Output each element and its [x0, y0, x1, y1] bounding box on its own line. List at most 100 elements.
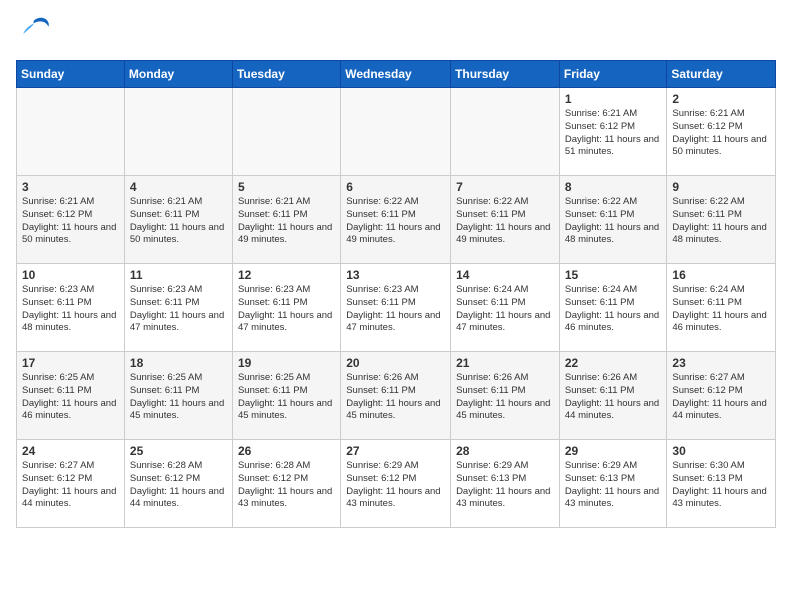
- calendar-day-5: 5 Sunrise: 6:21 AM Sunset: 6:11 PM Daylig…: [232, 176, 340, 264]
- calendar-day-13: 13 Sunrise: 6:23 AM Sunset: 6:11 PM Dayli…: [341, 264, 451, 352]
- day-number: 4: [130, 180, 227, 194]
- calendar-day-30: 30 Sunrise: 6:30 AM Sunset: 6:13 PM Dayli…: [667, 440, 776, 528]
- day-info: Sunrise: 6:29 AM Sunset: 6:13 PM Dayligh…: [456, 460, 554, 511]
- day-info: Sunrise: 6:29 AM Sunset: 6:13 PM Dayligh…: [565, 460, 662, 511]
- day-info: Sunrise: 6:25 AM Sunset: 6:11 PM Dayligh…: [22, 372, 119, 423]
- calendar-day-22: 22 Sunrise: 6:26 AM Sunset: 6:11 PM Dayli…: [559, 352, 667, 440]
- logo-icon: [16, 16, 52, 52]
- calendar-day-19: 19 Sunrise: 6:25 AM Sunset: 6:11 PM Dayli…: [232, 352, 340, 440]
- day-number: 30: [672, 444, 770, 458]
- weekday-header-tuesday: Tuesday: [232, 61, 340, 88]
- day-info: Sunrise: 6:25 AM Sunset: 6:11 PM Dayligh…: [238, 372, 335, 423]
- day-info: Sunrise: 6:24 AM Sunset: 6:11 PM Dayligh…: [565, 284, 662, 335]
- day-info: Sunrise: 6:28 AM Sunset: 6:12 PM Dayligh…: [130, 460, 227, 511]
- calendar-day-21: 21 Sunrise: 6:26 AM Sunset: 6:11 PM Dayli…: [451, 352, 560, 440]
- day-number: 22: [565, 356, 662, 370]
- calendar-day-15: 15 Sunrise: 6:24 AM Sunset: 6:11 PM Dayli…: [559, 264, 667, 352]
- calendar-day-3: 3 Sunrise: 6:21 AM Sunset: 6:12 PM Daylig…: [17, 176, 125, 264]
- calendar-day-16: 16 Sunrise: 6:24 AM Sunset: 6:11 PM Dayli…: [667, 264, 776, 352]
- calendar-empty-cell: [341, 88, 451, 176]
- calendar-empty-cell: [451, 88, 560, 176]
- calendar-day-9: 9 Sunrise: 6:22 AM Sunset: 6:11 PM Daylig…: [667, 176, 776, 264]
- day-number: 15: [565, 268, 662, 282]
- day-number: 14: [456, 268, 554, 282]
- calendar-week-row: 10 Sunrise: 6:23 AM Sunset: 6:11 PM Dayli…: [17, 264, 776, 352]
- calendar-day-14: 14 Sunrise: 6:24 AM Sunset: 6:11 PM Dayli…: [451, 264, 560, 352]
- day-info: Sunrise: 6:21 AM Sunset: 6:11 PM Dayligh…: [238, 196, 335, 247]
- calendar-day-12: 12Sunrise: 6:23 AM Sunset: 6:11 PM Dayli…: [232, 264, 340, 352]
- calendar-day-28: 28 Sunrise: 6:29 AM Sunset: 6:13 PM Dayli…: [451, 440, 560, 528]
- day-info: Sunrise: 6:21 AM Sunset: 6:12 PM Dayligh…: [672, 108, 770, 159]
- calendar-day-2: 2 Sunrise: 6:21 AM Sunset: 6:12 PM Daylig…: [667, 88, 776, 176]
- calendar-day-20: 20 Sunrise: 6:26 AM Sunset: 6:11 PM Dayli…: [341, 352, 451, 440]
- day-info: Sunrise: 6:25 AM Sunset: 6:11 PM Dayligh…: [130, 372, 227, 423]
- day-number: 1: [565, 92, 662, 106]
- weekday-header-wednesday: Wednesday: [341, 61, 451, 88]
- day-number: 20: [346, 356, 445, 370]
- day-info: Sunrise: 6:23 AM Sunset: 6:11 PM Dayligh…: [130, 284, 227, 335]
- calendar-day-4: 4 Sunrise: 6:21 AM Sunset: 6:11 PM Daylig…: [124, 176, 232, 264]
- day-info: Sunrise: 6:21 AM Sunset: 6:12 PM Dayligh…: [22, 196, 119, 247]
- logo: [16, 16, 54, 52]
- day-info: Sunrise: 6:22 AM Sunset: 6:11 PM Dayligh…: [456, 196, 554, 247]
- day-info: Sunrise: 6:27 AM Sunset: 6:12 PM Dayligh…: [672, 372, 770, 423]
- day-number: 10: [22, 268, 119, 282]
- calendar-week-row: 3 Sunrise: 6:21 AM Sunset: 6:12 PM Daylig…: [17, 176, 776, 264]
- calendar-day-18: 18Sunrise: 6:25 AM Sunset: 6:11 PM Dayli…: [124, 352, 232, 440]
- day-info: Sunrise: 6:27 AM Sunset: 6:12 PM Dayligh…: [22, 460, 119, 511]
- day-number: 3: [22, 180, 119, 194]
- day-number: 13: [346, 268, 445, 282]
- day-info: Sunrise: 6:22 AM Sunset: 6:11 PM Dayligh…: [672, 196, 770, 247]
- calendar-day-24: 24 Sunrise: 6:27 AM Sunset: 6:12 PM Dayli…: [17, 440, 125, 528]
- day-number: 9: [672, 180, 770, 194]
- day-info: Sunrise: 6:26 AM Sunset: 6:11 PM Dayligh…: [346, 372, 445, 423]
- day-number: 27: [346, 444, 445, 458]
- weekday-header-row: SundayMondayTuesdayWednesdayThursdayFrid…: [17, 61, 776, 88]
- day-number: 8: [565, 180, 662, 194]
- day-number: 6: [346, 180, 445, 194]
- weekday-header-sunday: Sunday: [17, 61, 125, 88]
- day-info: Sunrise: 6:21 AM Sunset: 6:12 PM Dayligh…: [565, 108, 662, 159]
- day-number: 11: [130, 268, 227, 282]
- weekday-header-saturday: Saturday: [667, 61, 776, 88]
- calendar-week-row: 1 Sunrise: 6:21 AM Sunset: 6:12 PM Daylig…: [17, 88, 776, 176]
- calendar-week-row: 24 Sunrise: 6:27 AM Sunset: 6:12 PM Dayli…: [17, 440, 776, 528]
- calendar-day-6: 6 Sunrise: 6:22 AM Sunset: 6:11 PM Daylig…: [341, 176, 451, 264]
- calendar-day-23: 23 Sunrise: 6:27 AM Sunset: 6:12 PM Dayli…: [667, 352, 776, 440]
- calendar-day-17: 17 Sunrise: 6:25 AM Sunset: 6:11 PM Dayli…: [17, 352, 125, 440]
- calendar-empty-cell: [232, 88, 340, 176]
- day-info: Sunrise: 6:26 AM Sunset: 6:11 PM Dayligh…: [456, 372, 554, 423]
- calendar-day-1: 1 Sunrise: 6:21 AM Sunset: 6:12 PM Daylig…: [559, 88, 667, 176]
- day-info: Sunrise: 6:22 AM Sunset: 6:11 PM Dayligh…: [346, 196, 445, 247]
- day-number: 28: [456, 444, 554, 458]
- day-info: Sunrise: 6:28 AM Sunset: 6:12 PM Dayligh…: [238, 460, 335, 511]
- page-header: [16, 16, 776, 52]
- day-number: 12: [238, 268, 335, 282]
- day-number: 5: [238, 180, 335, 194]
- day-number: 7: [456, 180, 554, 194]
- calendar-day-29: 29Sunrise: 6:29 AM Sunset: 6:13 PM Dayli…: [559, 440, 667, 528]
- day-number: 24: [22, 444, 119, 458]
- calendar-day-11: 11 Sunrise: 6:23 AM Sunset: 6:11 PM Dayli…: [124, 264, 232, 352]
- day-info: Sunrise: 6:26 AM Sunset: 6:11 PM Dayligh…: [565, 372, 662, 423]
- day-number: 16: [672, 268, 770, 282]
- day-info: Sunrise: 6:24 AM Sunset: 6:11 PM Dayligh…: [672, 284, 770, 335]
- weekday-header-thursday: Thursday: [451, 61, 560, 88]
- day-info: Sunrise: 6:23 AM Sunset: 6:11 PM Dayligh…: [346, 284, 445, 335]
- day-info: Sunrise: 6:24 AM Sunset: 6:11 PM Dayligh…: [456, 284, 554, 335]
- calendar-day-7: 7 Sunrise: 6:22 AM Sunset: 6:11 PM Daylig…: [451, 176, 560, 264]
- day-info: Sunrise: 6:21 AM Sunset: 6:11 PM Dayligh…: [130, 196, 227, 247]
- day-number: 17: [22, 356, 119, 370]
- day-number: 21: [456, 356, 554, 370]
- day-info: Sunrise: 6:29 AM Sunset: 6:12 PM Dayligh…: [346, 460, 445, 511]
- day-number: 19: [238, 356, 335, 370]
- day-number: 23: [672, 356, 770, 370]
- calendar-empty-cell: [124, 88, 232, 176]
- day-number: 2: [672, 92, 770, 106]
- calendar-empty-cell: [17, 88, 125, 176]
- day-number: 25: [130, 444, 227, 458]
- day-info: Sunrise: 6:22 AM Sunset: 6:11 PM Dayligh…: [565, 196, 662, 247]
- day-number: 26: [238, 444, 335, 458]
- day-info: Sunrise: 6:30 AM Sunset: 6:13 PM Dayligh…: [672, 460, 770, 511]
- calendar-table: SundayMondayTuesdayWednesdayThursdayFrid…: [16, 60, 776, 528]
